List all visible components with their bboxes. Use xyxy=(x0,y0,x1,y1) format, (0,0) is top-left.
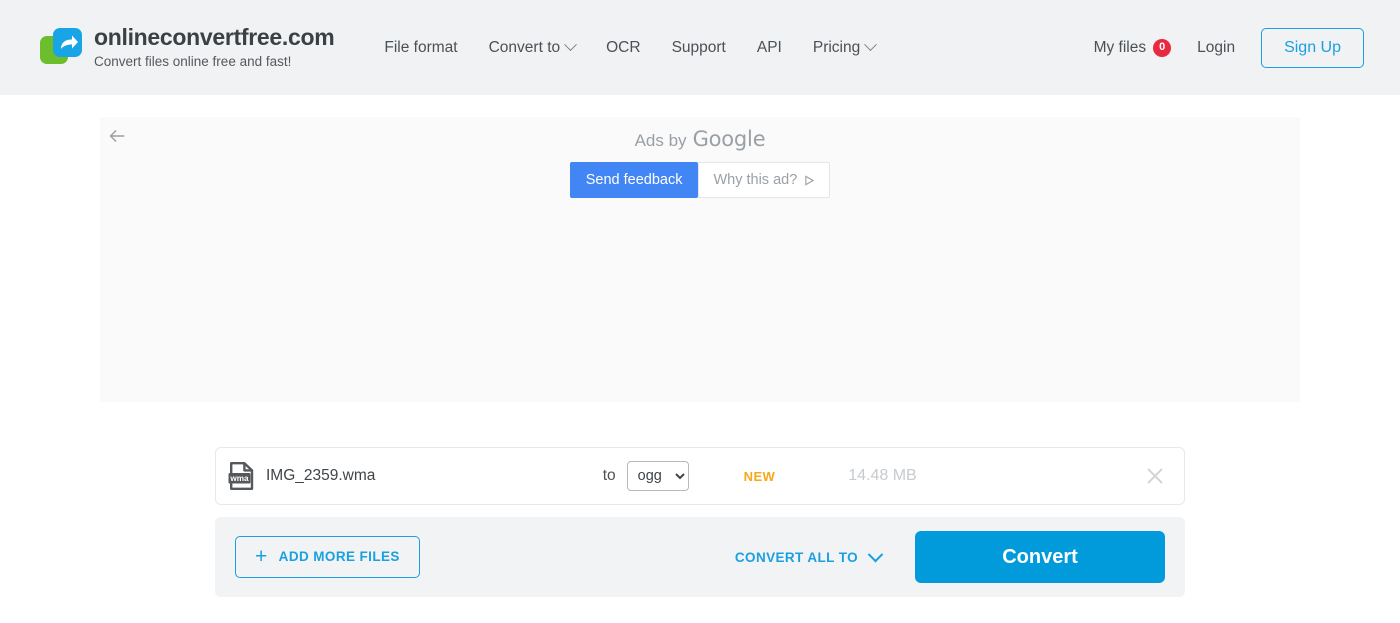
nav-label: Convert to xyxy=(488,38,561,56)
wma-file-icon: wma xyxy=(228,462,254,490)
why-this-ad-label: Why this ad? xyxy=(713,172,798,188)
signup-button[interactable]: Sign Up xyxy=(1261,27,1364,68)
my-files-count-badge: 0 xyxy=(1153,38,1172,57)
ad-attribution-block: Ads by Google Send feedback Why this ad? xyxy=(100,127,1300,198)
nav-item-support[interactable]: Support xyxy=(672,39,726,57)
login-link[interactable]: Login xyxy=(1197,39,1235,57)
nav-label: Support xyxy=(671,38,726,56)
add-more-files-button[interactable]: + ADD MORE FILES xyxy=(235,535,420,579)
chevron-down-icon xyxy=(864,38,878,52)
to-label: to xyxy=(602,467,616,484)
target-format-select[interactable]: ogg xyxy=(626,461,689,491)
site-header: onlineconvertfree.com Convert files onli… xyxy=(0,0,1400,95)
chevron-down-icon xyxy=(564,38,577,52)
nav-item-convert-to[interactable]: Convert to xyxy=(488,38,577,57)
brand-title: onlineconvertfree.com xyxy=(94,23,335,50)
nav-item-api[interactable]: API xyxy=(757,39,782,57)
nav-label: File format xyxy=(384,38,458,56)
logo-arrow-glyph xyxy=(61,35,78,50)
ads-by-text: Ads by xyxy=(634,131,687,150)
convert-all-to-label: CONVERT ALL TO xyxy=(734,549,858,565)
converter-action-bar: + ADD MORE FILES CONVERT ALL TO Convert xyxy=(215,517,1185,597)
nav-item-ocr[interactable]: OCR xyxy=(606,39,640,57)
brand-tagline: Convert files online free and fast! xyxy=(94,54,292,70)
file-name: IMG_2359.wma xyxy=(266,467,376,484)
nav-label: API xyxy=(756,38,782,56)
converter-panel: wma IMG_2359.wma to ogg NEW 14.48 MB + A… xyxy=(215,447,1185,597)
main-nav: File format Convert to OCR Support API P… xyxy=(384,38,878,57)
nav-label: Pricing xyxy=(812,38,861,56)
nav-item-pricing[interactable]: Pricing xyxy=(812,38,878,57)
play-triangle-icon xyxy=(805,174,815,186)
my-files-label: My files xyxy=(1093,38,1147,56)
convert-button[interactable]: Convert xyxy=(915,531,1165,583)
google-wordmark: Google xyxy=(692,127,766,151)
file-size: 14.48 MB xyxy=(848,467,917,484)
my-files-link[interactable]: My files 0 xyxy=(1093,38,1172,57)
ads-by-google-label: Ads by Google xyxy=(635,127,766,151)
add-more-files-label: ADD MORE FILES xyxy=(278,549,400,565)
file-row: wma IMG_2359.wma to ogg NEW 14.48 MB xyxy=(215,447,1185,505)
nav-item-file-format[interactable]: File format xyxy=(384,39,457,57)
brand-logo[interactable]: onlineconvertfree.com Convert files onli… xyxy=(40,23,335,70)
remove-file-close-icon[interactable] xyxy=(1144,465,1166,487)
svg-text:wma: wma xyxy=(229,474,249,483)
convert-all-to-dropdown[interactable]: CONVERT ALL TO xyxy=(734,546,884,565)
nav-label: OCR xyxy=(606,38,641,56)
header-actions: My files 0 Login Sign Up xyxy=(1093,27,1364,68)
google-ad-container: Ads by Google Send feedback Why this ad? xyxy=(100,117,1300,402)
chevron-down-icon xyxy=(867,546,884,562)
new-badge: NEW xyxy=(743,468,776,484)
ad-buttons: Send feedback Why this ad? xyxy=(569,162,831,198)
plus-icon: + xyxy=(255,544,268,568)
why-this-ad-button[interactable]: Why this ad? xyxy=(698,162,831,198)
send-feedback-button[interactable]: Send feedback xyxy=(569,162,699,198)
convert-arrow-logo-icon xyxy=(40,27,82,67)
